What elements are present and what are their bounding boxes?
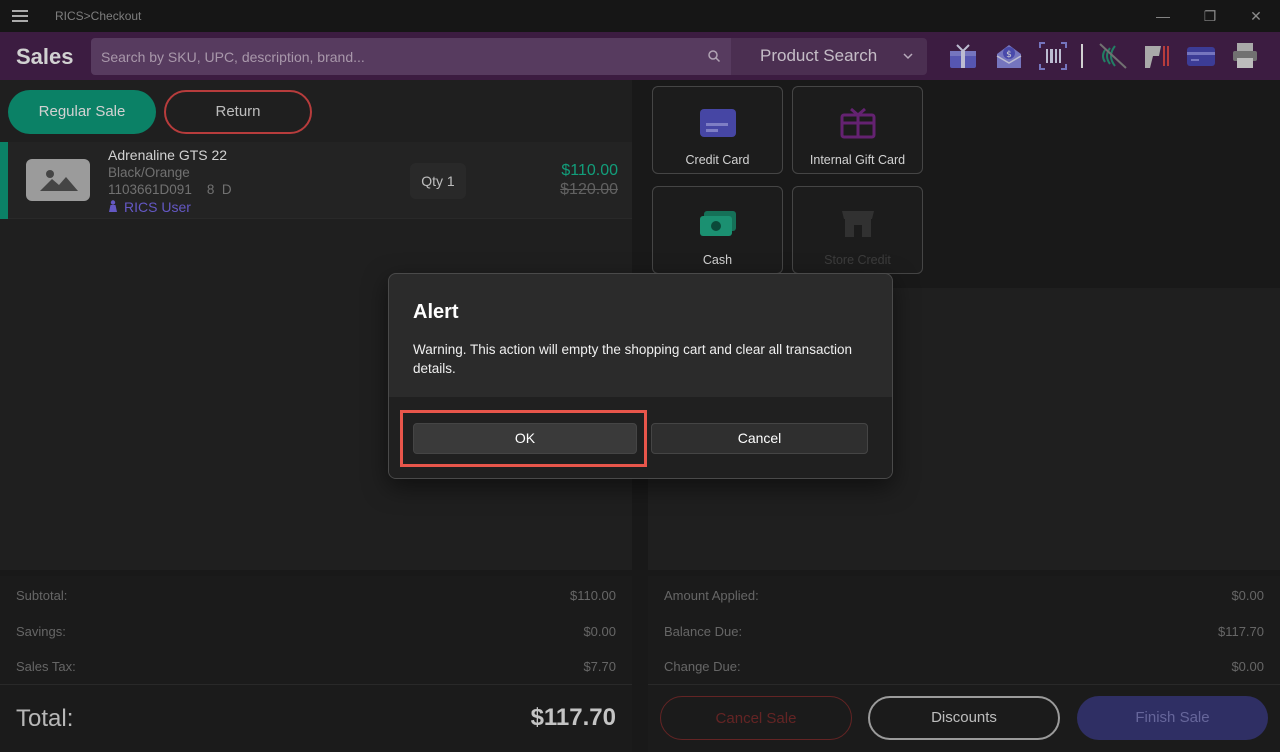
dialog-title: Alert — [413, 301, 459, 323]
ok-button[interactable]: OK — [413, 423, 637, 454]
dialog-message: Warning. This action will empty the shop… — [413, 342, 852, 376]
cancel-button[interactable]: Cancel — [651, 423, 868, 454]
